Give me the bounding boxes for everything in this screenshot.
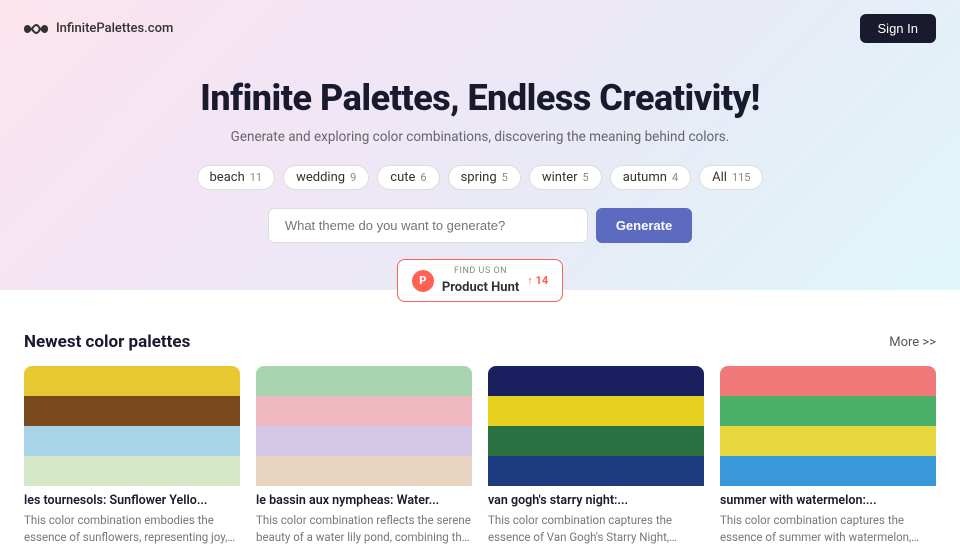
- logo: InfinitePalettes.com: [24, 21, 173, 36]
- color-swatch: [488, 426, 704, 456]
- tag-wedding[interactable]: wedding9: [283, 165, 369, 190]
- palette-card[interactable]: les tournesols: Sunflower Yello... This c…: [24, 366, 240, 547]
- hero-section: Infinite Palettes, Endless Creativity! G…: [0, 57, 960, 312]
- color-swatch: [24, 396, 240, 426]
- tag-winter[interactable]: winter5: [529, 165, 602, 190]
- palettes-section-title: Newest color palettes: [24, 332, 190, 352]
- tag-beach[interactable]: beach11: [197, 165, 276, 190]
- tags-row: beach11 wedding9 cute6 spring5 winter5 autumn…: [20, 165, 940, 190]
- palette-card[interactable]: summer with watermelon:... This color com…: [720, 366, 936, 547]
- product-hunt-badge[interactable]: P FIND US ON Product Hunt ↑ 14: [397, 259, 563, 302]
- tag-All[interactable]: All115: [699, 165, 763, 190]
- search-input[interactable]: [268, 208, 588, 243]
- sign-in-button[interactable]: Sign In: [860, 14, 936, 43]
- color-swatch: [256, 426, 472, 456]
- palette-name: summer with watermelon:...: [720, 493, 936, 508]
- palette-description: This color combination captures the esse…: [720, 512, 936, 547]
- header: InfinitePalettes.com Sign In: [0, 0, 960, 57]
- logo-text: InfinitePalettes.com: [56, 21, 173, 36]
- color-swatch: [720, 426, 936, 456]
- generate-button[interactable]: Generate: [596, 208, 692, 243]
- product-hunt-upvote: ↑ 14: [527, 274, 548, 287]
- color-swatch: [720, 366, 936, 396]
- color-swatch: [720, 456, 936, 486]
- product-hunt-logo: P: [412, 270, 434, 292]
- tag-cute[interactable]: cute6: [377, 165, 439, 190]
- palettes-grid: les tournesols: Sunflower Yello... This c…: [24, 366, 936, 547]
- palette-description: This color combination captures the esse…: [488, 512, 704, 547]
- product-hunt-label: Product Hunt: [442, 280, 519, 295]
- palette-name: les tournesols: Sunflower Yello...: [24, 493, 240, 508]
- color-swatch: [256, 366, 472, 396]
- color-swatch: [488, 366, 704, 396]
- tag-spring[interactable]: spring5: [448, 165, 521, 190]
- palette-name: van gogh's starry night:...: [488, 493, 704, 508]
- color-swatch: [488, 456, 704, 486]
- more-link[interactable]: More >>: [889, 335, 936, 350]
- color-swatch: [24, 426, 240, 456]
- palette-card[interactable]: le bassin aux nympheas: Water... This col…: [256, 366, 472, 547]
- palette-card[interactable]: van gogh's starry night:... This color co…: [488, 366, 704, 547]
- search-row: Generate: [20, 208, 940, 243]
- palettes-section: Newest color palettes More >> les tourne…: [0, 312, 960, 547]
- color-swatch: [488, 396, 704, 426]
- color-swatch: [256, 396, 472, 426]
- product-hunt-text: FIND US ON Product Hunt: [442, 266, 519, 295]
- palette-name: le bassin aux nympheas: Water...: [256, 493, 472, 508]
- logo-icon: [24, 22, 48, 36]
- hero-title: Infinite Palettes, Endless Creativity!: [20, 77, 940, 119]
- color-swatch: [24, 366, 240, 396]
- color-swatch: [24, 456, 240, 486]
- color-swatch: [256, 456, 472, 486]
- tag-autumn[interactable]: autumn4: [610, 165, 691, 190]
- palette-description: This color combination embodies the esse…: [24, 512, 240, 547]
- hero-subtitle: Generate and exploring color combination…: [20, 129, 940, 145]
- color-swatch: [720, 396, 936, 426]
- palettes-header: Newest color palettes More >>: [24, 332, 936, 352]
- palette-description: This color combination reflects the sere…: [256, 512, 472, 547]
